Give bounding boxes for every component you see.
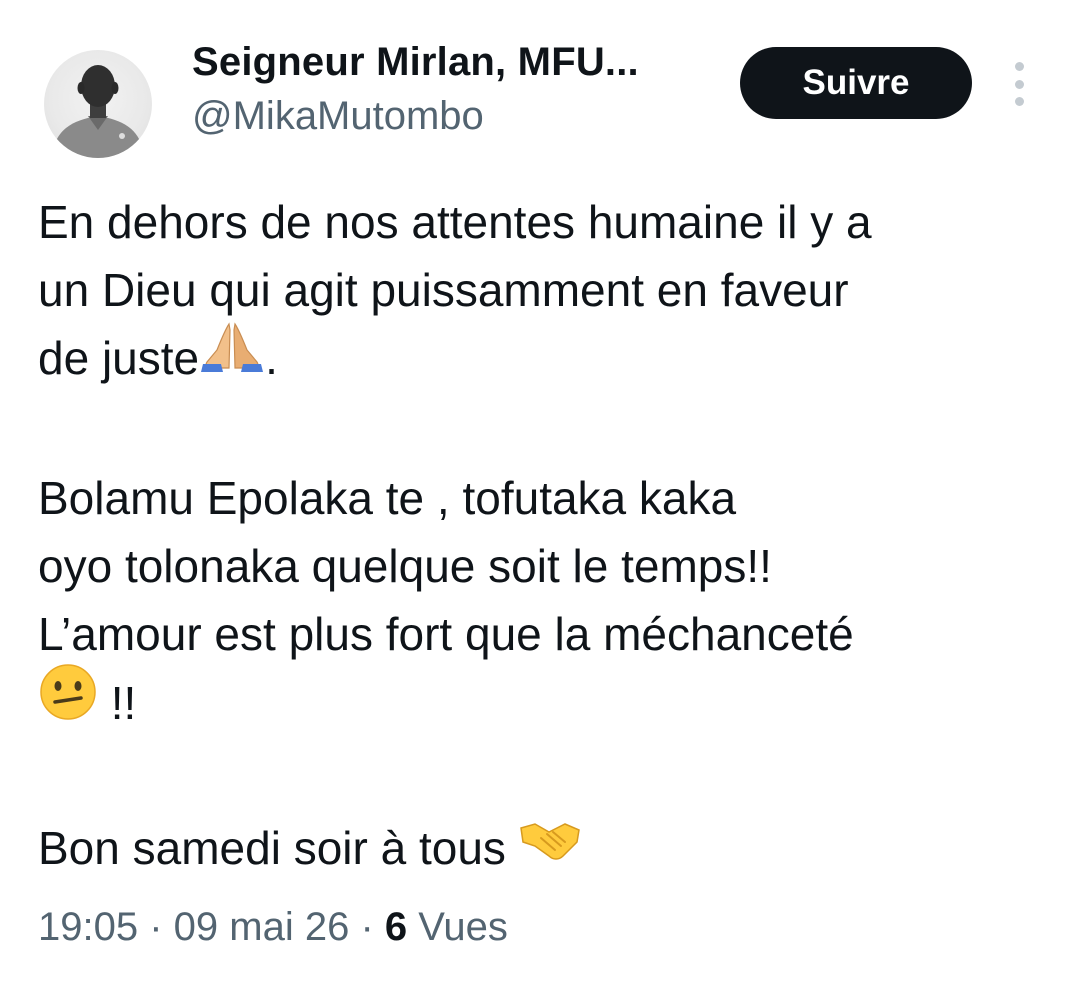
tweet-line-text: de juste [38,332,200,384]
tweet-line-text: . [265,332,278,384]
tweet-line: En dehors de nos attentes humaine il y a [38,188,1048,256]
neutral-face-icon [38,662,98,740]
tweet-time[interactable]: 19:05 [38,905,138,949]
tweet-line-text: !! [98,677,137,729]
tweet-text: En dehors de nos attentes humaine il y a… [38,188,1048,886]
author-handle[interactable]: @MikaMutombo [192,94,484,139]
tweet-line-text: L’amour est plus fort que la méchanceté [38,607,854,660]
separator: · [138,905,174,949]
more-dot [1014,79,1024,89]
tweet-line-text: oyo tolonaka quelque soit le temps!! [38,539,772,592]
tweet-meta: 19:05 · 09 mai 26 · 6 Vues [38,905,508,950]
tweet-line: de juste . [38,322,1048,396]
handshake-icon [519,812,581,880]
tweet-line: Bon samedi soir à tous [38,814,1048,886]
tweet-line: !! [38,664,1048,746]
praying-hands-icon [199,322,265,390]
avatar-photo [52,65,144,158]
tweet-line: un Dieu qui agit puissamment en faveur [38,256,1048,324]
tweet-line: oyo tolonaka quelque soit le temps!! [38,532,1048,600]
tweet-line-text: Bolamu Epolaka te , tofutaka kaka [38,471,737,524]
tweet-line-text: En dehors de nos attentes humaine il y a [38,196,872,248]
more-vertical-icon[interactable] [1004,62,1034,106]
avatar[interactable] [44,50,152,158]
author-display-name[interactable]: Seigneur Mirlan, MFU... [192,40,639,85]
tweet-line: L’amour est plus fort que la méchanceté [38,600,1048,668]
views-count: 6 [384,905,408,949]
views-label: Vues [407,905,508,949]
more-dot [1014,97,1024,106]
more-dot [1014,62,1024,71]
follow-button[interactable]: Suivre [740,47,972,119]
tweet-line-text: un Dieu qui agit puissamment en faveur [38,264,849,316]
tweet-line-text: Bon samedi soir à tous [38,821,519,874]
tweet-date[interactable]: 09 mai 26 [174,905,350,949]
separator: · [349,905,385,949]
tweet-line: Bolamu Epolaka te , tofutaka kaka [38,464,1048,532]
